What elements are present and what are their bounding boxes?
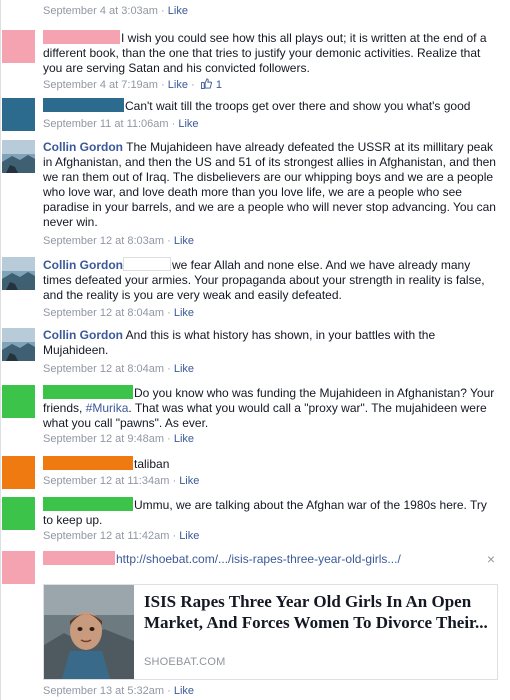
timestamp[interactable]: September 12 at 11:42am (43, 530, 169, 542)
avatar[interactable] (2, 98, 35, 131)
comment-meta: September 12 at 8:03am · Like (43, 235, 195, 247)
timestamp[interactable]: September 12 at 8:03am (43, 235, 164, 247)
redacted-name (43, 98, 124, 112)
timestamp[interactable]: September 13 at 5:32am (43, 685, 164, 697)
comment-body: http://shoebat.com/.../isis-rapes-three-… (43, 551, 498, 567)
avatar[interactable] (2, 385, 35, 418)
author-name[interactable]: Collin Gordon (43, 258, 123, 272)
comment-body: Ummu, we are talking about the Afghan wa… (43, 497, 498, 528)
redacted-name (43, 551, 115, 565)
comment-body: Do you know who was funding the Mujahide… (43, 385, 498, 431)
preview-source: SHOEBAT.COM (144, 656, 226, 668)
collin-gordon-avatar (2, 140, 35, 173)
like-link[interactable]: Like (168, 5, 188, 17)
timestamp[interactable]: September 12 at 8:04am (43, 363, 164, 375)
close-icon[interactable]: × (487, 551, 495, 567)
hashtag-link[interactable]: #Murika (86, 401, 129, 415)
comment-body: I wish you could see how this all plays … (43, 30, 498, 76)
timestamp[interactable]: September 11 at 11:06am (43, 118, 169, 130)
comment-meta: September 4 at 3:03am · Like (43, 5, 188, 17)
preview-title[interactable]: ISIS Rapes Three Year Old Girls In An Op… (144, 591, 494, 633)
comment-text: taliban (134, 457, 170, 471)
timestamp[interactable]: September 4 at 7:19am (43, 79, 158, 91)
author-name[interactable]: Collin Gordon (43, 140, 123, 154)
comment-meta: September 12 at 8:04am · Like (43, 307, 195, 319)
author-name[interactable]: Collin Gordon (43, 328, 123, 342)
redacted-name (43, 456, 133, 470)
avatar[interactable] (2, 328, 35, 361)
comment-body: Collin Gordon The Mujahideen have alread… (43, 140, 498, 230)
avatar[interactable] (2, 140, 35, 173)
like-link[interactable]: Like (178, 118, 198, 130)
like-link[interactable]: Like (179, 530, 199, 542)
like-link[interactable]: Like (174, 363, 194, 375)
like-link[interactable]: Like (174, 433, 194, 445)
shared-link[interactable]: http://shoebat.com/.../isis-rapes-three-… (116, 552, 401, 566)
avatar[interactable] (2, 456, 35, 489)
timestamp[interactable]: September 12 at 9:48am (43, 433, 164, 445)
comment-body: Collin Gordon we fear Allah and none else… (43, 257, 498, 303)
timestamp[interactable]: September 4 at 3:03am (43, 5, 158, 17)
comment-meta: September 12 at 11:42am · Like (43, 530, 200, 542)
comment-meta: September 4 at 7:19am · Like · 1 (43, 78, 222, 91)
comment-text: Can't wait till the troops get over ther… (125, 99, 471, 113)
comment-body: Can't wait till the troops get over ther… (43, 98, 498, 114)
comment-body: taliban (43, 456, 498, 472)
like-link[interactable]: Like (174, 307, 194, 319)
timestamp[interactable]: September 12 at 8:04am (43, 307, 164, 319)
comment-meta: September 12 at 8:04am · Like (43, 363, 195, 375)
redacted-name (43, 497, 133, 511)
like-link[interactable]: Like (174, 235, 194, 247)
redacted-name (43, 30, 120, 44)
avatar[interactable] (2, 551, 35, 584)
avatar[interactable] (2, 257, 35, 290)
redacted-mention (123, 257, 171, 271)
avatar[interactable] (2, 30, 35, 63)
comment-meta: September 11 at 11:06am · Like (43, 118, 199, 130)
preview-photo (44, 585, 134, 679)
collin-gordon-avatar (2, 328, 35, 361)
preview-image[interactable] (44, 585, 134, 679)
like-link[interactable]: Like (174, 685, 194, 697)
avatar[interactable] (2, 497, 35, 530)
comment-meta: September 12 at 11:34am · Like (43, 475, 200, 487)
link-preview-card[interactable]: ISIS Rapes Three Year Old Girls In An Op… (43, 584, 498, 680)
like-link[interactable]: Like (168, 79, 188, 91)
comment-body: Collin Gordon And this is what history h… (43, 328, 498, 358)
comment-meta: September 12 at 9:48am · Like (43, 433, 195, 445)
comment-meta: September 13 at 5:32am · Like (43, 685, 195, 697)
thumbs-up-icon (200, 78, 212, 89)
comment-thread: September 4 at 3:03am · Like I wish you … (0, 0, 510, 700)
redacted-name (43, 385, 133, 399)
like-count[interactable]: 1 (216, 79, 222, 91)
timestamp[interactable]: September 12 at 11:34am (43, 475, 169, 487)
collin-gordon-avatar (2, 257, 35, 290)
like-link[interactable]: Like (179, 475, 199, 487)
